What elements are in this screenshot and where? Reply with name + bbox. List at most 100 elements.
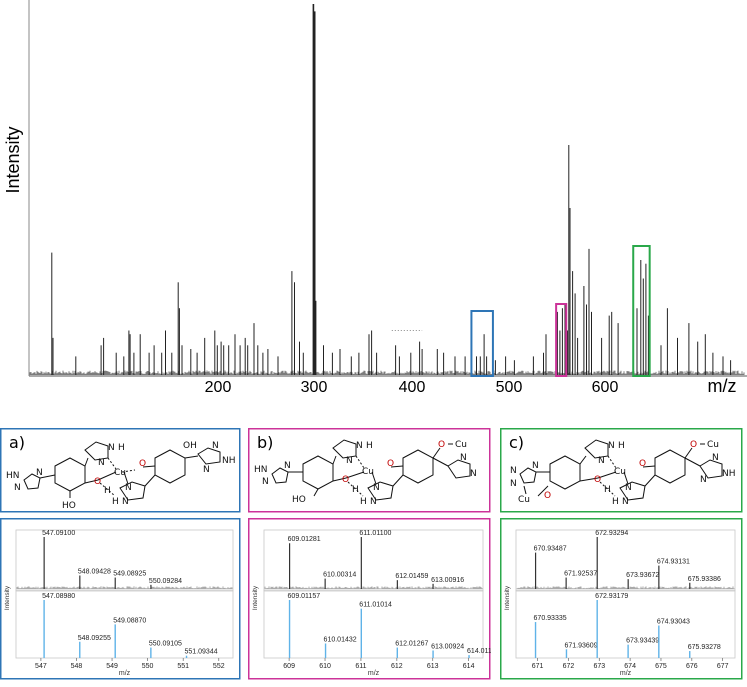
y-axis-label: Intensity — [3, 126, 23, 193]
atom-h-2: H — [612, 497, 619, 507]
atom-oh: OH — [183, 441, 197, 451]
isotope-tick-label-4: 613 — [427, 663, 439, 670]
atom-n-6: N — [36, 468, 43, 478]
experimental-peak-label-0: 670.93487 — [534, 546, 567, 553]
simulated-peak-label-0: 670.93335 — [534, 615, 567, 622]
atom-n-7: N — [212, 441, 219, 451]
atom-o-3: O — [438, 440, 445, 450]
spectrum-peaks — [51, 4, 732, 375]
isotope-tick-label-0: 609 — [283, 663, 295, 670]
simulated-peak-label-0: 609.01157 — [288, 593, 321, 600]
isotope-tick-label-5: 552 — [213, 663, 225, 670]
experimental-peak-label-3: 673.93672 — [626, 572, 659, 579]
atom-h-3: H — [104, 486, 111, 496]
atom-n-7: N — [460, 453, 467, 463]
atom-n-3: N — [373, 483, 380, 493]
atom-cu: Cu — [114, 468, 126, 478]
atom-cu-1: Cu — [362, 467, 374, 477]
experimental-peak-label-1: 610.00314 — [323, 572, 356, 579]
atom-n-5: N — [262, 477, 269, 487]
isotope-tick-label-3: 674 — [624, 663, 636, 670]
atom-n-8: N — [470, 469, 477, 479]
panel-label-b: b) — [257, 433, 273, 452]
isotope-tick-label-3: 612 — [391, 663, 403, 670]
isotope-tick-label-5: 676 — [686, 663, 698, 670]
atom-n-1: N — [356, 441, 363, 451]
atom-n-6: N — [284, 461, 291, 471]
atom-h-2: H — [360, 497, 367, 507]
simulated-peak-label-2: 672.93179 — [595, 593, 628, 600]
atom-n-2: N — [598, 456, 605, 466]
atom-o-3: O — [690, 440, 697, 450]
atom-cu-2: Cu — [707, 440, 719, 450]
simulated-peak-label-1: 671.93609 — [564, 642, 597, 649]
highlight-boxes — [470, 245, 651, 377]
mass-spectrum-chart: Intensity m/z 200 300 400 500 600 — [3, 0, 747, 396]
structure-panel-b: b) N N H Cu O O O Cu HO H N N HN N N N N… — [248, 428, 491, 513]
isotope-noise — [16, 586, 233, 589]
atom-n-1: N — [108, 443, 115, 453]
atom-h-2: H — [112, 497, 119, 507]
atom-n-5: N — [510, 466, 517, 476]
simulated-peak-label-5: 675.93278 — [688, 644, 721, 651]
atom-n-6: N — [510, 479, 517, 489]
isotope-tick-label-4: 675 — [655, 663, 667, 670]
atom-hn: HN — [254, 465, 268, 475]
atom-o-2: O — [342, 475, 349, 485]
upper-plot-frame — [15, 529, 234, 592]
highlight-box-0 — [470, 310, 494, 377]
isotope-tick-label-1: 672 — [563, 663, 575, 670]
atom-n-8: N — [203, 465, 210, 475]
atom-n-1: N — [608, 441, 615, 451]
isotope-xlabel: m/z — [368, 670, 380, 677]
atom-n-7: N — [532, 461, 539, 471]
simulated-peak-label-4: 551.09344 — [185, 649, 218, 656]
simulated-peak-label-4: 674.93043 — [657, 619, 690, 626]
x-tick-600: 600 — [592, 379, 619, 396]
atom-n-4: N — [622, 497, 629, 507]
isotope-xlabel: m/z — [620, 670, 632, 677]
panel-label-a: a) — [9, 433, 25, 452]
atom-n-5: N — [14, 483, 21, 493]
panel-label-c: c) — [509, 433, 524, 452]
experimental-peak-label-0: 547.09100 — [42, 530, 75, 537]
atom-ho: HO — [62, 501, 76, 511]
atom-o-1: O — [139, 459, 146, 469]
experimental-peak-label-2: 611.01100 — [359, 530, 391, 537]
experimental-peak-label-3: 612.01459 — [395, 573, 428, 580]
simulated-peak-label-1: 610.01432 — [324, 637, 357, 644]
atom-o-1: O — [639, 459, 646, 469]
atom-n-4: N — [122, 497, 129, 507]
simulated-peak-label-2: 549.08870 — [113, 617, 146, 624]
simulated-peak-label-2: 611.01014 — [359, 602, 392, 609]
atom-n-9: H — [352, 485, 359, 495]
atom-o-4: O — [544, 491, 551, 501]
simulated-peak-label-1: 548.09255 — [78, 635, 111, 642]
isotope-panel-b-border — [248, 518, 491, 680]
atom-ho: HO — [292, 495, 306, 505]
experimental-peak-label-3: 550.09284 — [149, 578, 182, 585]
atom-nh: NH — [722, 469, 736, 479]
isotope-tick-label-3: 550 — [142, 663, 154, 670]
atom-n-3: N — [125, 483, 132, 493]
isotope-tick-label-2: 611 — [355, 663, 366, 670]
isotope-ylabel: Intensity — [504, 585, 511, 610]
structure-panel-a: a) N N H Cu O O OH HO H N N HN N N NH N … — [0, 428, 241, 513]
experimental-peak-label-1: 548.09428 — [78, 568, 111, 575]
isotope-noise — [516, 586, 735, 589]
isotope-tick-label-4: 551 — [177, 663, 189, 670]
atom-h-1: H — [118, 443, 125, 453]
simulated-peak-label-0: 547.08980 — [42, 593, 75, 600]
atom-h-1: H — [366, 441, 373, 451]
experimental-peak-label-2: 549.08925 — [113, 571, 146, 578]
isotope-panel-c: Intensity m/z 670.93487 671.92537 672.93294 6… — [500, 518, 743, 680]
atom-n-9: N — [700, 475, 707, 485]
atom-o-2: O — [94, 477, 101, 487]
atom-h-1: H — [618, 441, 625, 451]
x-tick-300: 300 — [301, 379, 328, 396]
isotope-tick-label-0: 671 — [532, 663, 544, 670]
experimental-peak-label-1: 671.92537 — [564, 571, 597, 578]
isotope-ylabel: Intensity — [252, 585, 259, 610]
x-tick-400: 400 — [399, 379, 426, 396]
atom-n-10: H — [604, 485, 611, 495]
